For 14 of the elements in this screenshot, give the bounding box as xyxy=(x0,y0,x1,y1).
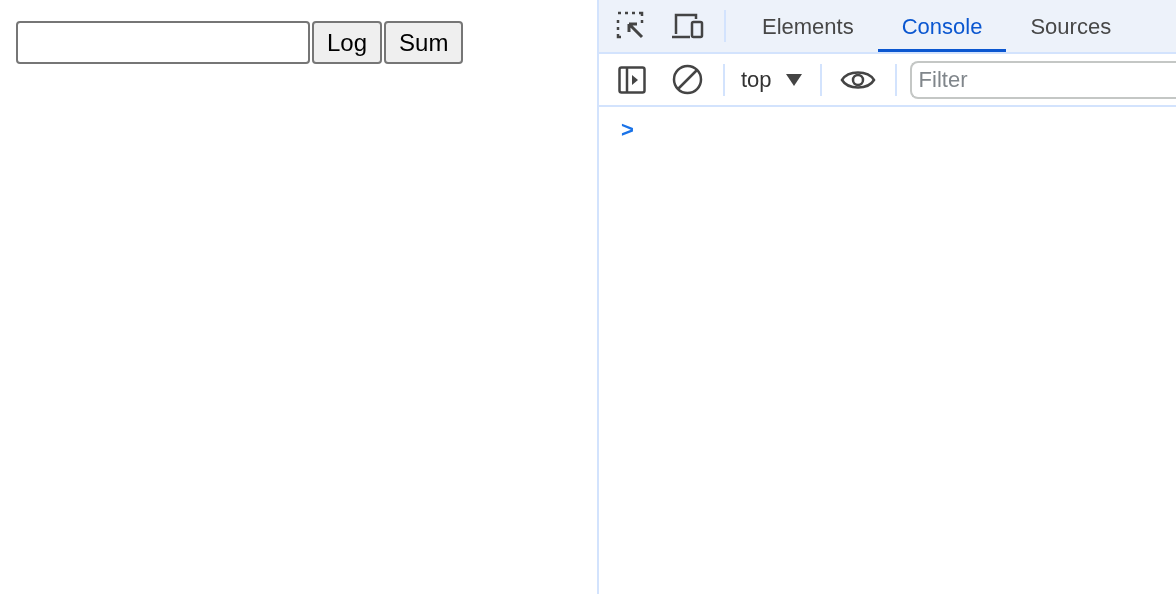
caret-icon xyxy=(785,73,802,86)
devtools-tab[interactable]: Elements xyxy=(738,0,878,52)
page-button[interactable]: Log xyxy=(312,21,383,64)
inspect-element-icon[interactable] xyxy=(616,11,646,41)
devtools-tab[interactable]: Sources xyxy=(1006,0,1136,52)
devtools-tab[interactable]: Console xyxy=(877,0,1007,52)
console-prompt[interactable]: > xyxy=(621,117,634,142)
text-input-field[interactable] xyxy=(16,21,310,64)
clear-console-icon[interactable] xyxy=(672,64,703,95)
context-dropdown[interactable]: top xyxy=(741,63,802,96)
device-toolbar-icon[interactable] xyxy=(671,12,704,40)
filter-field[interactable]: Filter xyxy=(909,60,1176,99)
sidebar-toggle-icon[interactable] xyxy=(618,65,646,94)
page-button[interactable]: Sum xyxy=(384,21,464,64)
